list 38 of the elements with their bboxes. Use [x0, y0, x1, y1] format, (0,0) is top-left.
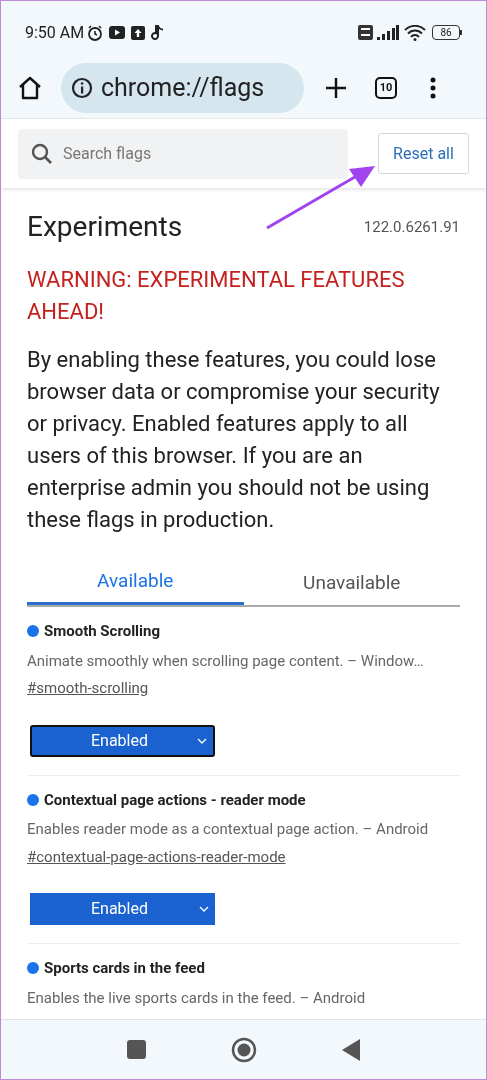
wifi-icon: [404, 24, 426, 41]
volte-icon: [358, 25, 373, 40]
flag-name: Contextual page actions - reader mode: [44, 789, 306, 811]
address-bar[interactable]: chrome://flags: [61, 63, 304, 113]
tab[interactable]: Available: [27, 561, 244, 605]
flag-description: Enables the live sports cards in the feed. – Android: [27, 987, 367, 1009]
search-icon: [31, 142, 53, 165]
video-app-icon: [109, 26, 126, 39]
new-tab-icon[interactable]: [325, 77, 347, 99]
home-icon[interactable]: [17, 75, 43, 101]
chevron-down-icon: [199, 906, 209, 912]
flag-link[interactable]: #contextual-page-actions-reader-mode: [27, 845, 286, 868]
alarm-icon: [86, 23, 105, 42]
signal-icon: [377, 25, 399, 40]
menu-icon[interactable]: [430, 77, 436, 99]
warning-heading: WARNING: EXPERIMENTAL FEATURES AHEAD!: [27, 266, 406, 326]
flag-description: Enables reader mode as a contextual page action. – Android: [27, 819, 430, 840]
version-number: 122.0.6261.91: [363, 217, 460, 238]
status-time: 9:50 AM: [25, 21, 85, 44]
flag-link[interactable]: #smooth-scrolling: [27, 677, 149, 700]
intro-paragraph: By enabling these features, you could lose browser data or compromise your security or privacy. Enabled features apply to all users of this browser. If you are an enterprise admin you should not be using these flags in production.: [27, 346, 441, 534]
upload-icon: [131, 25, 146, 40]
page-title: Experiments: [27, 209, 183, 245]
battery-icon: 86: [432, 25, 462, 40]
flag-name: Smooth Scrolling: [44, 621, 161, 642]
state-dropdown[interactable]: Enabled: [30, 724, 215, 757]
music-note-icon: [151, 24, 165, 41]
reset-all-button[interactable]: Reset all: [378, 133, 469, 174]
info-icon[interactable]: [71, 77, 93, 99]
search-field[interactable]: Search flags: [18, 128, 348, 179]
state-dropdown[interactable]: Enabled: [30, 893, 215, 925]
home-circle-icon[interactable]: [231, 1036, 257, 1063]
tab[interactable]: Unavailable: [243, 561, 460, 605]
tab-switcher[interactable]: 10: [375, 77, 397, 99]
flag-description: Animate smoothly when scrolling page content. – Window…: [27, 650, 425, 672]
back-triangle-icon[interactable]: [342, 1038, 360, 1061]
flag-name: Sports cards in the feed: [44, 958, 205, 979]
chevron-down-icon: [197, 737, 207, 744]
